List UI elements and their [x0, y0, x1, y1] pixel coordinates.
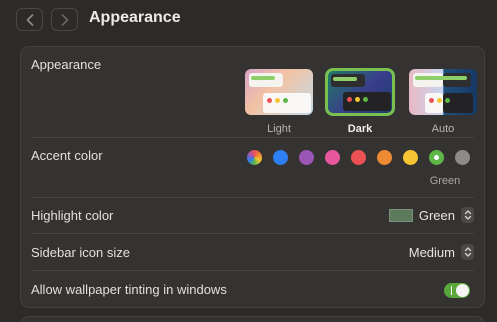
- accent-orange-swatch[interactable]: [377, 150, 392, 165]
- appearance-row: Appearance Light Dark Auto: [31, 57, 477, 137]
- appearance-label: Appearance: [31, 57, 102, 72]
- highlight-color-label: Highlight color: [31, 208, 114, 223]
- accent-graphite-swatch[interactable]: [455, 150, 470, 165]
- accent-color-label: Accent color: [31, 148, 103, 163]
- highlight-color-swatch: [388, 208, 413, 222]
- wallpaper-tinting-label: Allow wallpaper tinting in windows: [31, 282, 227, 297]
- toolbar: Appearance: [0, 0, 497, 38]
- highlight-row: Highlight color Green: [31, 207, 474, 228]
- sidebar-icon-size-label: Sidebar icon size: [31, 245, 130, 260]
- accent-pink-swatch[interactable]: [325, 150, 340, 165]
- toggle-on-mark: [451, 286, 452, 295]
- accent-selected-name: Green: [429, 175, 461, 187]
- appearance-dark-thumbnail[interactable]: [325, 68, 395, 116]
- forward-button[interactable]: [51, 8, 78, 31]
- divider: [31, 137, 474, 138]
- appearance-dark-label: Dark: [347, 123, 373, 135]
- wallpaper-tinting-row: Allow wallpaper tinting in windows: [31, 282, 474, 302]
- divider: [31, 197, 474, 198]
- page-title: Appearance: [89, 9, 181, 26]
- popup-stepper-icon: [461, 207, 474, 223]
- highlight-color-popup[interactable]: Green: [388, 207, 474, 223]
- highlight-color-value: Green: [418, 207, 455, 223]
- divider: [31, 233, 474, 234]
- next-settings-panel: [20, 316, 485, 322]
- accent-green-swatch[interactable]: [429, 150, 444, 165]
- accent-blue-swatch[interactable]: [273, 150, 288, 165]
- accent-yellow-swatch[interactable]: [403, 150, 418, 165]
- selected-dot-icon: [434, 155, 439, 160]
- toggle-knob: [456, 284, 469, 297]
- chevron-left-icon: [26, 13, 33, 26]
- accent-red-swatch[interactable]: [351, 150, 366, 165]
- back-button[interactable]: [16, 8, 43, 31]
- accent-multicolor-swatch[interactable]: [247, 150, 262, 165]
- popup-stepper-icon: [461, 244, 474, 260]
- divider: [31, 270, 474, 271]
- sidebar-icon-size-row: Sidebar icon size Medium: [31, 244, 474, 265]
- appearance-light-label: Light: [267, 123, 291, 135]
- chevron-right-icon: [61, 13, 68, 26]
- appearance-auto-thumbnail[interactable]: [409, 69, 477, 115]
- settings-panel: Appearance Light Dark Auto Accent color …: [20, 46, 485, 308]
- sidebar-icon-size-popup[interactable]: Medium: [409, 244, 474, 260]
- wallpaper-tinting-toggle[interactable]: [444, 283, 470, 298]
- appearance-auto-label: Auto: [431, 123, 455, 135]
- appearance-light-thumbnail[interactable]: [245, 69, 313, 115]
- sidebar-icon-size-value: Medium: [408, 244, 455, 260]
- accent-purple-swatch[interactable]: [299, 150, 314, 165]
